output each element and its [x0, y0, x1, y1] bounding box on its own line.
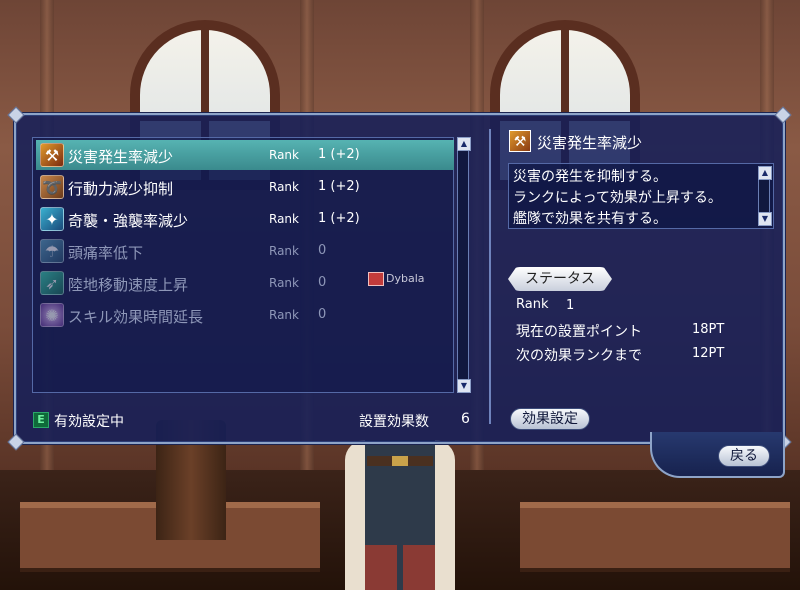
- description-box: 災害の発生を抑制する。 ランクによって効果が上昇する。 艦隊で効果を共有する。: [508, 163, 774, 229]
- disaster-icon: ⚒: [509, 130, 531, 152]
- skill-rank-label: Rank: [269, 308, 299, 322]
- disaster-icon: ⚒: [40, 143, 64, 167]
- stat-current-points-value: 18PT: [692, 322, 725, 337]
- runner-icon: ➶: [40, 271, 64, 295]
- skill-rank-value: 1 (+2): [318, 211, 360, 226]
- horn-icon: ➰: [40, 175, 64, 199]
- skill-rank-value: 0: [318, 275, 327, 290]
- back-button[interactable]: 戻る: [718, 445, 770, 467]
- skill-row[interactable]: ✺ スキル効果時間延長 Rank 0: [36, 300, 454, 330]
- skill-name: 奇襲・強襲率減少: [68, 212, 189, 230]
- skill-rank-value: 0: [318, 243, 327, 258]
- display-plinth: [520, 502, 790, 568]
- skill-rank-label: Rank: [269, 180, 299, 194]
- sparkle-skull-icon: ✦: [40, 207, 64, 231]
- skill-row[interactable]: ☂ 頭痛率低下 Rank 0: [36, 236, 454, 266]
- skill-row[interactable]: ✦ 奇襲・強襲率減少 Rank 1 (+2): [36, 204, 454, 234]
- effect-settings-button[interactable]: 効果設定: [510, 408, 590, 430]
- skill-name: 行動力減少抑制: [68, 180, 174, 198]
- stat-rank-row: Rank 1: [508, 295, 758, 317]
- detail-title: 災害発生率減少: [537, 134, 643, 152]
- skill-list: ⚒ 災害発生率減少 Rank 1 (+2) ➰ 行動力減少抑制 Rank 1 (…: [32, 137, 454, 393]
- effect-count-value: 6: [461, 411, 470, 427]
- skill-effect-panel: ⚒ 災害発生率減少 Rank 1 (+2) ➰ 行動力減少抑制 Rank 1 (…: [7, 106, 792, 451]
- panel-divider: [489, 129, 491, 424]
- stat-next-rank-row: 次の効果ランクまで 12PT: [508, 343, 758, 365]
- skill-name: 陸地移動速度上昇: [68, 276, 189, 294]
- enabled-status-text: 有効設定中: [54, 414, 124, 430]
- skill-rank-value: 0: [318, 307, 327, 322]
- skill-name: スキル効果時間延長: [68, 308, 204, 326]
- description-line: 艦隊で効果を共有する。: [513, 211, 667, 227]
- player-name: Dybala: [386, 272, 425, 285]
- stat-next-rank-label: 次の効果ランクまで: [516, 348, 642, 364]
- status-header: ステータス: [508, 267, 612, 291]
- stat-rank-value: 1: [566, 298, 575, 313]
- description-scrollbar[interactable]: ▲ ▼: [758, 166, 772, 226]
- skill-rank-label: Rank: [269, 276, 299, 290]
- description-line: ランクによって効果が上昇する。: [513, 190, 722, 206]
- skill-rank-value: 1 (+2): [318, 147, 360, 162]
- stat-rank-label: Rank: [516, 297, 549, 312]
- skill-rank-value: 1 (+2): [318, 179, 360, 194]
- stat-next-rank-value: 12PT: [692, 346, 725, 361]
- description-line: 災害の発生を抑制する。: [513, 169, 667, 185]
- skill-rank-label: Rank: [269, 148, 299, 162]
- skill-name: 頭痛率低下: [68, 244, 144, 262]
- skill-list-scrollbar[interactable]: ▲ ▼: [457, 137, 471, 393]
- scroll-down-icon[interactable]: ▼: [457, 379, 471, 393]
- skill-rank-label: Rank: [269, 212, 299, 226]
- effect-count-label: 設置効果数: [359, 414, 429, 430]
- starburst-icon: ✺: [40, 303, 64, 327]
- nation-flag-icon: [368, 272, 384, 286]
- enabled-badge-icon: E: [33, 412, 49, 428]
- skill-name: 災害発生率減少: [68, 148, 174, 166]
- stat-current-points-label: 現在の設置ポイント: [516, 324, 642, 340]
- scroll-up-icon[interactable]: ▲: [758, 166, 772, 180]
- skill-row[interactable]: ➰ 行動力減少抑制 Rank 1 (+2): [36, 172, 454, 202]
- stat-current-points-row: 現在の設置ポイント 18PT: [508, 319, 758, 341]
- skill-rank-label: Rank: [269, 244, 299, 258]
- scroll-down-icon[interactable]: ▼: [758, 212, 772, 226]
- scroll-up-icon[interactable]: ▲: [457, 137, 471, 151]
- skill-row[interactable]: ⚒ 災害発生率減少 Rank 1 (+2): [36, 140, 454, 170]
- running-figure-icon: ☂: [40, 239, 64, 263]
- player-name-tag: Dybala: [368, 272, 425, 286]
- player-character-legs: [365, 545, 435, 590]
